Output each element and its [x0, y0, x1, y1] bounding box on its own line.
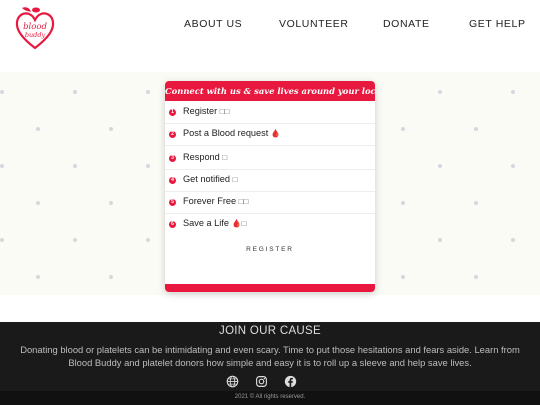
background-dot [511, 90, 515, 94]
background-dot [36, 127, 40, 131]
nav-donate[interactable]: DONATE [383, 18, 430, 30]
background-dot [438, 90, 442, 94]
background-dot [401, 275, 405, 279]
background-dot [0, 238, 4, 242]
main-nav: ABOUT US VOLUNTEER DONATE GET HELP [0, 18, 540, 34]
background-dot [73, 90, 77, 94]
step-label: Post a Blood request [183, 128, 269, 138]
step-label: Respond [183, 152, 220, 162]
background-dot [146, 238, 150, 242]
instagram-icon[interactable] [255, 375, 268, 388]
footer-title: JOIN OUR CAUSE [219, 325, 321, 337]
step-forever-free: 5 Forever Free □□ [165, 192, 375, 214]
emoji-glyph: □□ [238, 197, 249, 206]
background-dot [109, 127, 113, 131]
step-number: 1 [169, 109, 176, 116]
copyright-bar: 2021 © All rights reserved. [0, 391, 540, 405]
step-post-request: 2 Post a Blood request 🩸 [165, 124, 375, 146]
background-dot [474, 127, 478, 131]
step-label: Forever Free [183, 196, 237, 206]
background-dot [474, 275, 478, 279]
background-dot [0, 164, 4, 168]
copyright-text: 2021 © All rights reserved. [234, 394, 306, 400]
step-number: 3 [169, 155, 176, 162]
background-dot [511, 238, 515, 242]
nav-volunteer[interactable]: VOLUNTEER [279, 18, 349, 30]
background-dot [73, 238, 77, 242]
card-title: Connect with us & save lives around your… [165, 81, 375, 101]
step-get-notified: 4 Get notified □ [165, 170, 375, 192]
nav-get-help[interactable]: GET HELP [469, 18, 526, 30]
steps-card: Connect with us & save lives around your… [165, 81, 375, 292]
background-dot [109, 275, 113, 279]
step-number: 2 [169, 131, 176, 138]
step-respond: 3 Respond □ [165, 148, 375, 170]
globe-icon[interactable] [226, 375, 239, 388]
background-dot [36, 201, 40, 205]
nav-about-us[interactable]: ABOUT US [184, 18, 242, 30]
background-dot [109, 201, 113, 205]
social-links [0, 375, 540, 389]
drop-of-blood-icon: 🩸□ [231, 219, 247, 228]
background-dot [146, 90, 150, 94]
register-button[interactable]: REGISTER [165, 246, 375, 253]
background-dot [36, 275, 40, 279]
background-dot [401, 201, 405, 205]
emoji-glyph: □ [232, 175, 238, 184]
step-label: Get notified [183, 174, 230, 184]
background-dot [0, 90, 4, 94]
step-label: Register [183, 106, 218, 116]
facebook-icon[interactable] [284, 375, 297, 388]
step-label: Save a Life [183, 218, 229, 228]
emoji-glyph: □ [222, 153, 228, 162]
background-dot [401, 127, 405, 131]
step-register: 1 Register □□ [165, 102, 375, 124]
footer-description: Donating blood or platelets can be intim… [20, 344, 520, 368]
emoji-glyph: □□ [219, 107, 230, 116]
site-footer: JOIN OUR CAUSE Donating blood or platele… [0, 322, 540, 405]
card-footer-bar [165, 284, 375, 292]
background-dot [438, 164, 442, 168]
step-number: 6 [169, 221, 176, 228]
background-dot [146, 164, 150, 168]
background-dot [511, 164, 515, 168]
step-number: 5 [169, 199, 176, 206]
background-dot [438, 238, 442, 242]
site-header: blood buddy ABOUT US VOLUNTEER DONATE GE… [0, 0, 540, 62]
step-number: 4 [169, 177, 176, 184]
step-save-a-life: 6 Save a Life 🩸□ [165, 214, 375, 236]
drop-of-blood-icon: 🩸 [270, 129, 281, 138]
background-dot [474, 201, 478, 205]
background-dot [73, 164, 77, 168]
